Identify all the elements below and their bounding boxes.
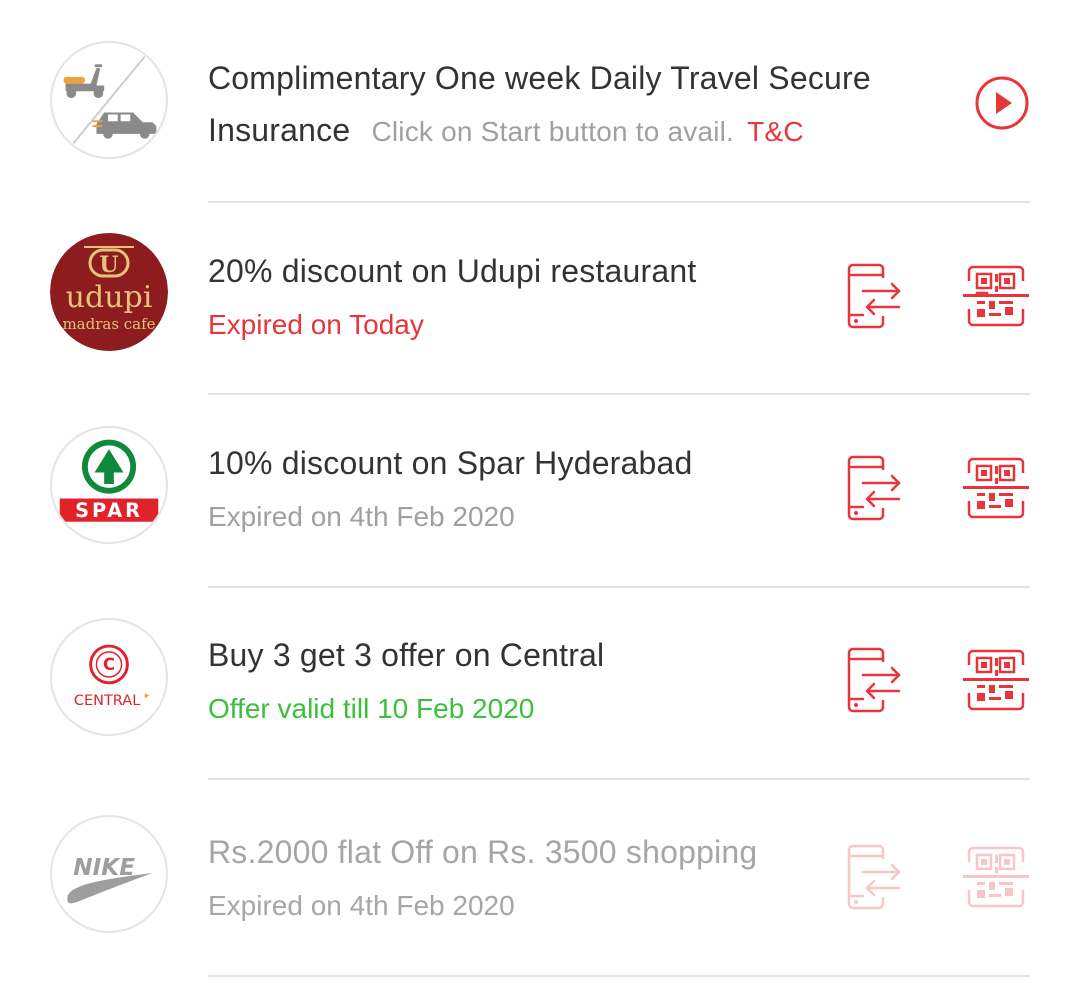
udupi-logo-subtext: madras cafe [62, 315, 155, 333]
spar-logo: SPAR [50, 426, 168, 544]
qr-scan-button[interactable] [961, 647, 1031, 713]
offer-title: Rs.2000 flat Off on Rs. 3500 shopping [208, 834, 758, 870]
travel-insurance-logo [50, 41, 168, 159]
offer-status: Expired on 4th Feb 2020 [208, 890, 515, 921]
qr-scan-button[interactable] [961, 263, 1031, 329]
offer-title-line1: Complimentary One week Daily Travel Secu… [208, 60, 871, 96]
udupi-logo: U udupi madras cafe [50, 233, 168, 351]
phone-transfer-icon [847, 263, 901, 329]
divider [208, 201, 1030, 203]
phone-transfer-button[interactable] [845, 647, 905, 713]
svg-text:U: U [99, 252, 118, 278]
divider [208, 393, 1030, 395]
divider [208, 586, 1030, 588]
offer-title-tail: Insurance [208, 112, 351, 148]
central-logo-text: CENTRAL [74, 693, 140, 709]
qr-scan-button[interactable] [961, 844, 1031, 910]
offer-title: 20% discount on Udupi restaurant [208, 253, 697, 289]
qr-scan-button[interactable] [961, 455, 1031, 521]
phone-transfer-button[interactable] [845, 263, 905, 329]
start-button[interactable] [974, 75, 1030, 131]
svg-text:C: C [103, 655, 115, 674]
central-logo: C CENTRAL [50, 618, 168, 736]
phone-transfer-icon [847, 647, 901, 713]
phone-transfer-button[interactable] [845, 455, 905, 521]
offer-title: 10% discount on Spar Hyderabad [208, 445, 693, 481]
divider [208, 975, 1030, 977]
qr-scan-icon [963, 649, 1029, 711]
spar-logo-text: SPAR [75, 499, 143, 522]
phone-transfer-icon [847, 455, 901, 521]
offer-status: Expired on 4th Feb 2020 [208, 501, 515, 532]
offer-status: Expired on Today [208, 309, 424, 340]
offer-title: Buy 3 get 3 offer on Central [208, 637, 605, 673]
offer-note: Click on Start button to avail. [371, 116, 735, 147]
qr-scan-icon [963, 457, 1029, 519]
terms-link[interactable]: T&C [747, 116, 804, 147]
divider [208, 778, 1030, 780]
qr-scan-icon [963, 265, 1029, 327]
phone-transfer-icon [847, 844, 901, 910]
nike-logo: NIKE [50, 815, 168, 933]
udupi-logo-text: udupi [66, 280, 153, 315]
phone-transfer-button[interactable] [845, 844, 905, 910]
offer-status: Offer valid till 10 Feb 2020 [208, 693, 535, 724]
qr-scan-icon [963, 846, 1029, 908]
play-icon [975, 76, 1029, 130]
offer-title-line2: Insurance Click on Start button to avail… [208, 112, 804, 149]
